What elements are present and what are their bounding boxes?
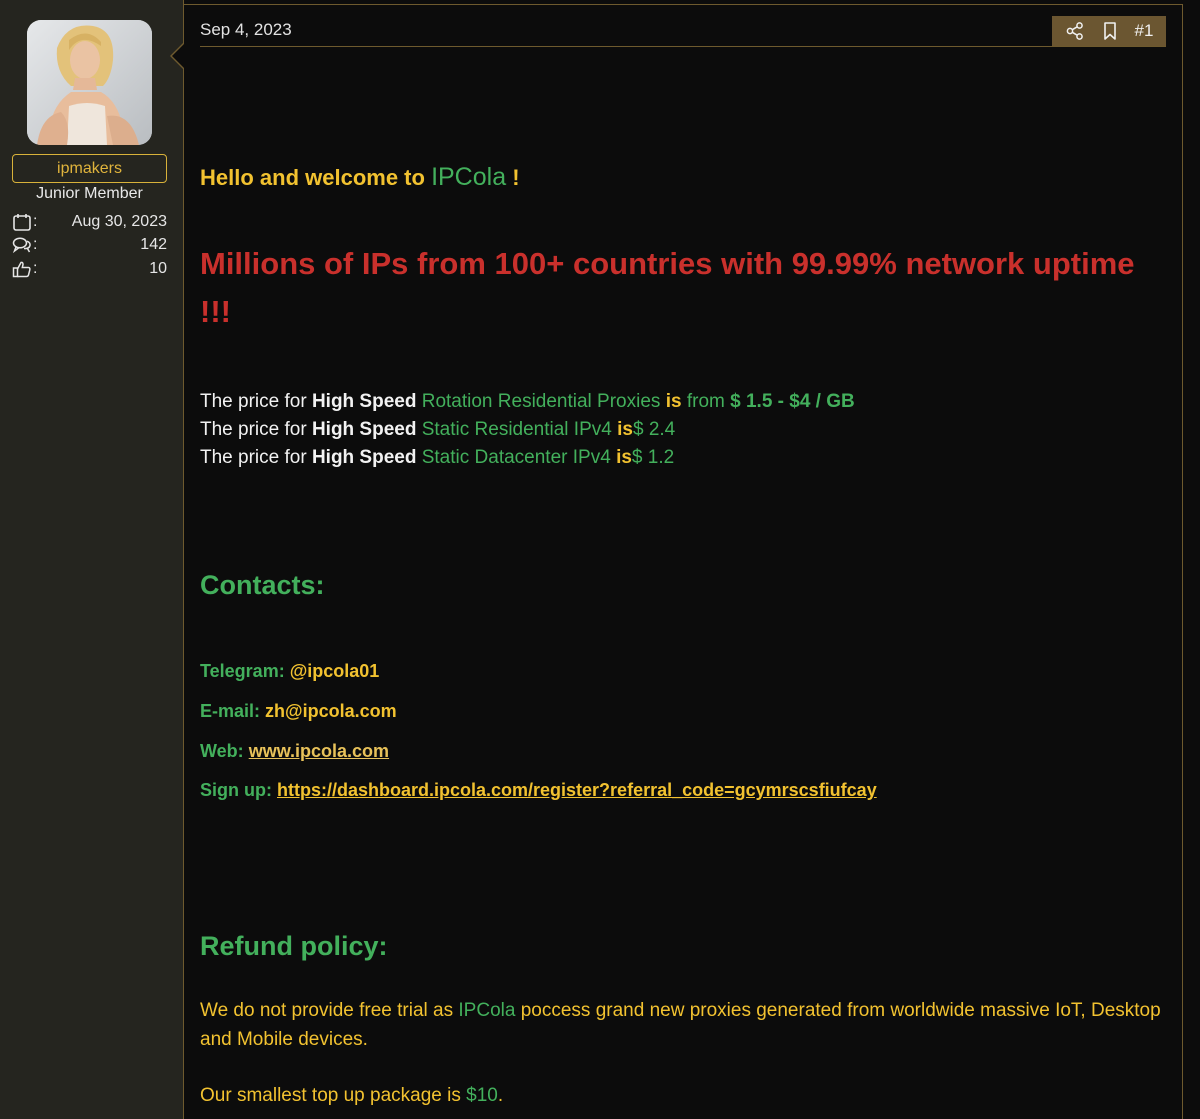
messages-count: 142	[140, 236, 167, 253]
welcome-suffix: !	[512, 165, 520, 190]
price-pre: The price for	[200, 447, 307, 468]
price-is: is	[665, 391, 682, 412]
share-icon	[1066, 22, 1083, 40]
price-pre: The price for	[200, 391, 307, 412]
messages-stat: : 142	[12, 234, 167, 256]
topup-text-a: Our smallest top up package is	[200, 1085, 461, 1106]
contact-value: @ipcola01	[289, 661, 380, 681]
contact-value: zh@ipcola.com	[265, 701, 397, 721]
price-is: is	[616, 447, 632, 468]
calendar-icon	[13, 214, 31, 231]
joined-date: Aug 30, 2023	[71, 213, 167, 230]
price-speed: High Speed	[311, 447, 417, 468]
price-value: $ 1.5 - $4 / GB	[730, 391, 855, 412]
joined-colon: :	[33, 213, 38, 230]
contact-email: E-mail: zh@ipcola.com	[200, 701, 397, 722]
reactions-stat: : 10	[12, 258, 167, 280]
contact-label: Telegram:	[200, 661, 285, 681]
contact-web: Web: www.ipcola.com	[200, 741, 389, 762]
messages-icon	[12, 237, 31, 254]
topup-amount: $10	[466, 1085, 498, 1106]
refund-brand: IPCola	[458, 1000, 516, 1021]
contacts-heading: Contacts:	[200, 570, 325, 600]
price-row: The price for High Speed Rotation Reside…	[200, 391, 855, 413]
reactions-colon: :	[33, 260, 38, 277]
user-avatar[interactable]	[27, 20, 152, 145]
messages-colon: :	[33, 236, 38, 253]
price-value: $ 2.4	[632, 419, 676, 440]
bookmark-button[interactable]	[1102, 21, 1118, 41]
topup-paragraph: Our smallest top up package is $10.	[200, 1081, 1166, 1110]
post-header: Sep 4, 2023 #1	[200, 14, 1166, 47]
username-link[interactable]: ipmakers	[12, 154, 167, 183]
price-type: Static Residential IPv4	[421, 419, 612, 440]
price-row: The price for High Speed Static Resident…	[200, 419, 675, 441]
headline: Millions of IPs from 100+ countries with…	[200, 246, 1135, 329]
price-is: is	[617, 419, 633, 440]
refund-paragraph: We do not provide free trial as IPCola p…	[200, 996, 1166, 1054]
user-sidebar: ipmakers Junior Member : Aug 30, 2023 : …	[0, 0, 184, 1119]
web-link[interactable]: www.ipcola.com	[249, 741, 389, 761]
price-pre: The price for	[200, 419, 307, 440]
share-button[interactable]	[1065, 21, 1085, 41]
refund-text-a: We do not provide free trial as	[200, 1000, 454, 1021]
bookmark-icon	[1103, 22, 1116, 40]
price-speed: High Speed	[311, 419, 417, 440]
price-row: The price for High Speed Static Datacent…	[200, 447, 674, 469]
thumbs-up-icon	[12, 261, 31, 278]
welcome-prefix: Hello and welcome to	[200, 165, 425, 190]
contact-label: E-mail:	[200, 701, 261, 721]
price-type: Static Datacenter IPv4	[421, 447, 611, 468]
user-title: Junior Member	[36, 185, 143, 202]
price-type: Rotation Residential Proxies	[421, 391, 661, 412]
topup-text-b: .	[497, 1085, 504, 1106]
post-arrow-inner	[172, 43, 185, 69]
contact-signup: Sign up: https://dashboard.ipcola.com/re…	[200, 780, 877, 801]
post-date[interactable]: Sep 4, 2023	[200, 20, 292, 40]
welcome-line: Hello and welcome to IPCola !	[200, 163, 520, 192]
post-actions: #1	[1052, 16, 1166, 46]
signup-link[interactable]: https://dashboard.ipcola.com/register?re…	[277, 780, 877, 800]
post-number-link[interactable]: #1	[1135, 21, 1154, 41]
contact-label: Web:	[200, 741, 244, 761]
price-value: $ 1.2	[631, 447, 675, 468]
refund-heading: Refund policy:	[200, 931, 388, 961]
reactions-count: 10	[149, 260, 167, 277]
joined-stat: : Aug 30, 2023	[12, 211, 167, 233]
price-from: from	[686, 391, 725, 412]
price-speed: High Speed	[311, 391, 417, 412]
contact-telegram: Telegram: @ipcola01	[200, 661, 379, 682]
welcome-brand: IPCola	[431, 163, 507, 191]
contact-label: Sign up:	[200, 780, 272, 800]
